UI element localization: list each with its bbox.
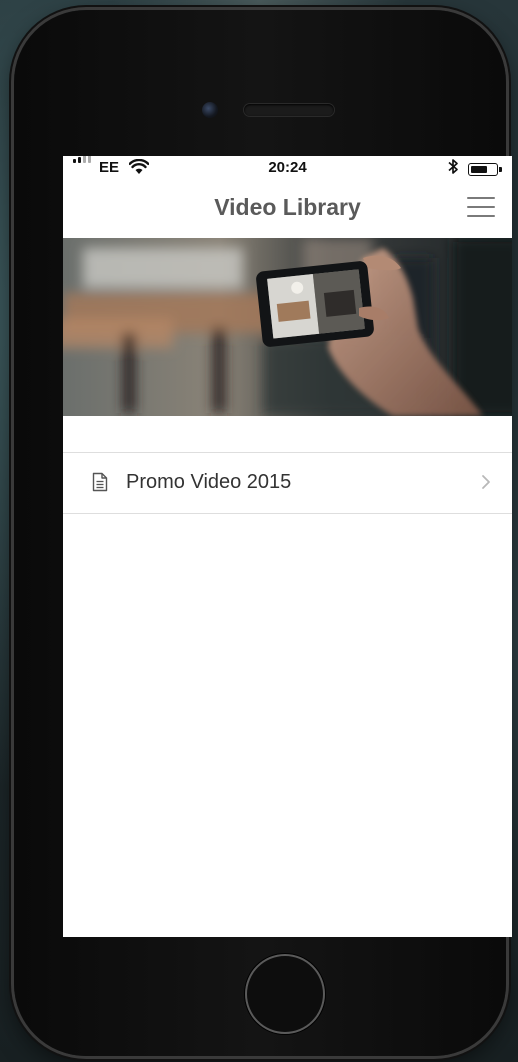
- clock: 20:24: [268, 159, 307, 176]
- battery-icon: [468, 163, 502, 176]
- home-button[interactable]: [245, 954, 325, 1034]
- list-item-promo-video[interactable]: Promo Video 2015: [63, 453, 512, 514]
- earpiece-speaker: [244, 104, 334, 116]
- page-title: Video Library: [214, 194, 361, 220]
- hero-photo: [63, 238, 512, 416]
- front-camera: [202, 102, 218, 118]
- status-bar: EE 20:24: [63, 156, 512, 180]
- phone-screen: EE 20:24 Video Library Promo Video 2015: [63, 156, 512, 937]
- document-icon: [92, 472, 108, 492]
- phone-frame: EE 20:24 Video Library Promo Video 2015: [14, 10, 512, 1056]
- navigation-bar: Video Library: [63, 180, 512, 238]
- chevron-right-icon: [482, 475, 490, 489]
- hero-image: [63, 238, 512, 416]
- list-item-label: Promo Video 2015: [126, 471, 292, 493]
- bluetooth-icon: [448, 159, 458, 174]
- content-area: Promo Video 2015: [63, 416, 512, 937]
- hamburger-menu-icon[interactable]: [467, 196, 495, 218]
